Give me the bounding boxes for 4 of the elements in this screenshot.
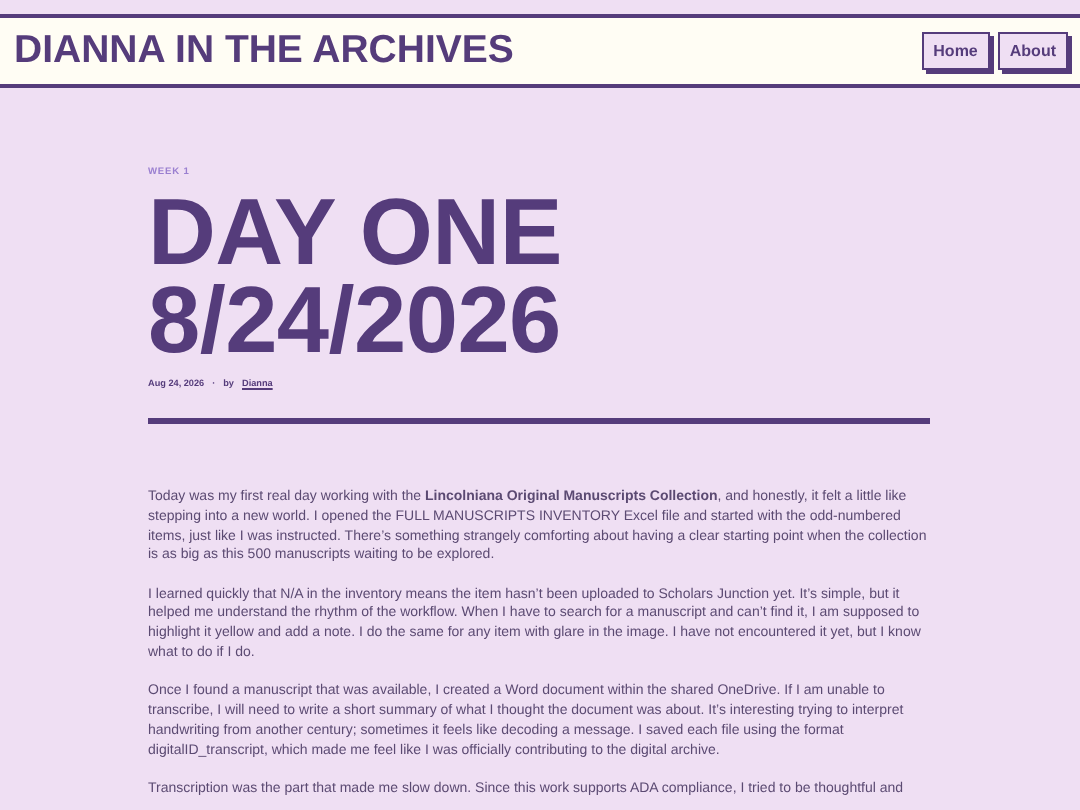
site-title: DIANNA IN THE ARCHIVES [14,28,514,74]
post-title: DAY ONE 8/24/2026 [148,188,564,364]
nav-button[interactable]: Home [921,32,990,70]
nav-button[interactable]: About [997,32,1068,70]
